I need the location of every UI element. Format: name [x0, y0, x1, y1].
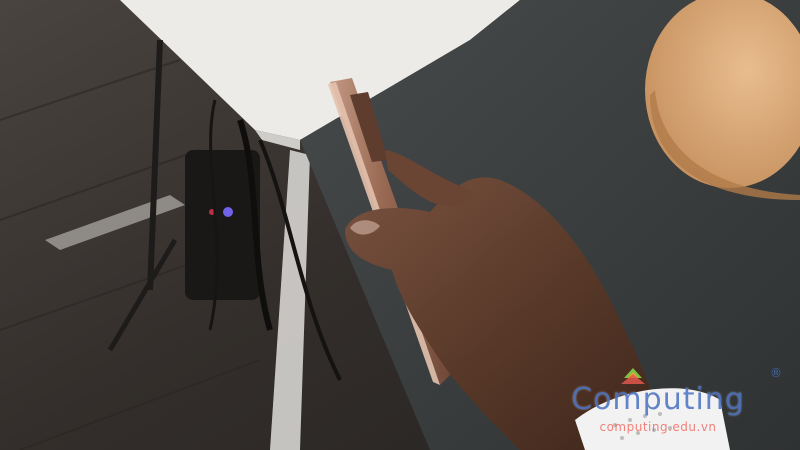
registered-mark: ®: [770, 366, 782, 380]
photo-scene: ® Computing computing.edu.vn: [0, 0, 800, 450]
watermark: ® Computing computing.edu.vn: [528, 364, 788, 444]
watermark-brand: Computing: [571, 382, 745, 417]
watermark-url: computing.edu.vn: [599, 420, 717, 434]
